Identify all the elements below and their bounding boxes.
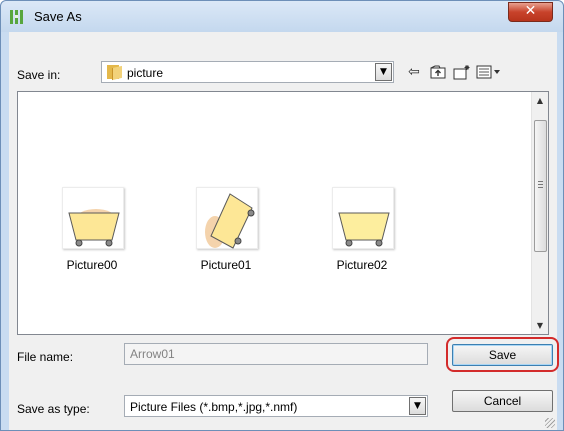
- save-button-highlight: [446, 337, 559, 372]
- save-in-label: Save in:: [17, 68, 61, 82]
- vertical-scrollbar[interactable]: ▲ ▼: [531, 92, 548, 334]
- resize-grip-icon[interactable]: [545, 418, 555, 428]
- save-as-type-value: Picture Files (*.bmp,*.jpg,*.nmf): [130, 400, 298, 414]
- cart-thumbnail-tilted-icon: [196, 187, 258, 249]
- scroll-up-icon[interactable]: ▲: [532, 92, 548, 109]
- dialog-body: Save in: picture ▼ ⇦ Picture00 Picture01…: [9, 32, 559, 430]
- file-name-label: Picture00: [66, 258, 118, 272]
- folder-icon: [107, 65, 122, 81]
- scroll-down-icon[interactable]: ▼: [532, 317, 548, 334]
- save-as-type-label: Save as type:: [17, 402, 90, 416]
- save-in-value: picture: [127, 66, 164, 80]
- close-button[interactable]: ✕: [508, 2, 553, 22]
- view-menu-icon[interactable]: [476, 63, 502, 81]
- file-name-label: Picture02: [336, 258, 388, 272]
- close-icon: ✕: [524, 3, 537, 19]
- file-list-view[interactable]: Picture00 Picture01 Picture02 ▲ ▼: [17, 91, 549, 335]
- app-icon: [10, 10, 26, 24]
- title-bar[interactable]: Save As ✕: [1, 1, 563, 32]
- scrollbar-thumb[interactable]: [534, 120, 547, 252]
- chevron-down-icon[interactable]: ▼: [375, 63, 392, 81]
- file-item-picture01[interactable]: Picture01: [176, 187, 276, 277]
- save-as-dialog: Save As ✕ Save in: picture ▼ ⇦ Picture00…: [0, 0, 564, 431]
- up-folder-icon[interactable]: [430, 63, 446, 81]
- chevron-down-icon[interactable]: ▼: [409, 397, 426, 415]
- file-name-label: File name:: [17, 350, 74, 364]
- grip-icon: [538, 181, 543, 188]
- new-folder-icon[interactable]: [453, 63, 471, 81]
- file-name-label: Picture01: [200, 258, 252, 272]
- file-item-picture02[interactable]: Picture02: [312, 187, 412, 277]
- cancel-button[interactable]: Cancel: [452, 390, 553, 412]
- back-icon[interactable]: ⇦: [408, 63, 420, 81]
- file-name-field[interactable]: Arrow01: [124, 343, 428, 365]
- cart-thumbnail-icon: [332, 187, 394, 249]
- save-in-dropdown[interactable]: picture ▼: [101, 61, 394, 83]
- dialog-title: Save As: [34, 9, 82, 24]
- file-item-picture00[interactable]: Picture00: [42, 187, 142, 277]
- save-as-type-dropdown[interactable]: Picture Files (*.bmp,*.jpg,*.nmf) ▼: [124, 395, 428, 417]
- cart-thumbnail-icon: [62, 187, 124, 249]
